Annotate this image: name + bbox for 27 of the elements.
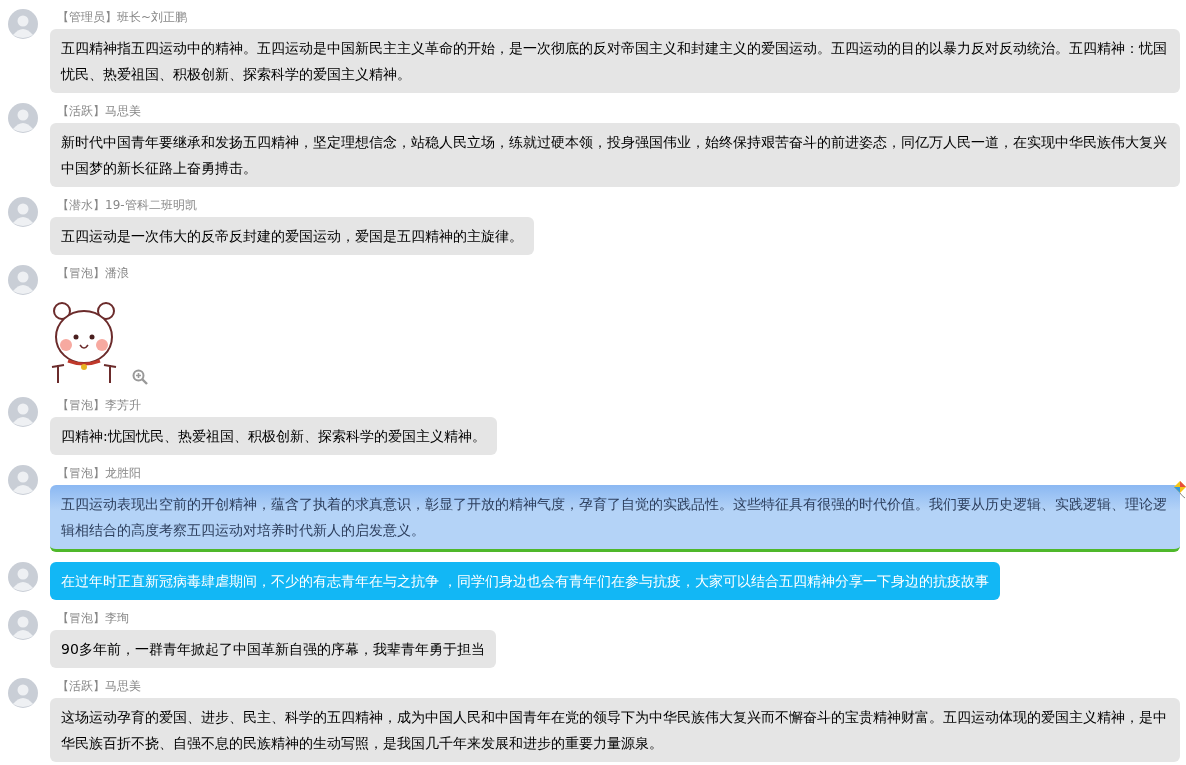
sender-name[interactable]: 【冒泡】龙胜阳: [50, 465, 1180, 481]
sender-name[interactable]: 【潜水】19-管科二班明凯: [50, 197, 534, 213]
sender-name[interactable]: 【冒泡】潘浪: [50, 265, 150, 281]
avatar-icon[interactable]: [8, 103, 38, 133]
avatar-icon[interactable]: [8, 562, 38, 592]
avatar-icon[interactable]: [8, 610, 38, 640]
sender-name[interactable]: 【活跃】马思美: [50, 678, 1180, 694]
message-bubble: 这场运动孕育的爱国、进步、民主、科学的五四精神，成为中国人民和中国青年在党的领导下为中华民族伟大复兴而不懈奋斗的宝贵精神财富。五四运动体现的爱国主义精神，是中华民族百折不挠、自强不息的民族精神的生动写照，是我国几千年来发展和进步的重要力量源泉。: [50, 698, 1180, 762]
sender-name[interactable]: 【活跃】马思美: [50, 103, 1180, 119]
avatar-icon[interactable]: [8, 9, 38, 39]
avatar-icon[interactable]: [8, 265, 38, 295]
message-bubble: 五四运动表现出空前的开创精神，蕴含了执着的求真意识，彰显了开放的精神气度，孕育了自觉的实践品性。这些特征具有很强的时代价值。我们要从历史逻辑、实践逻辑、理论逻辑相结合的高度考察五四运动对培养时代新人的启发意义。: [50, 485, 1180, 552]
message-bubble: 四精神:忧国忧民、热爱祖国、积极创新、探索科学的爱国主义精神。: [50, 417, 497, 455]
sender-name[interactable]: 【管理员】班长~刘正鹏: [50, 9, 1180, 25]
message-bubble: 五四精神指五四运动中的精神。五四运动是中国新民主主义革命的开始，是一次彻底的反对帝国主义和封建主义的爱国运动。五四运动的目的以暴力反对反动统治。五四精神：忧国忧民、热爱祖国、积极创新、探索科学的爱国主义精神。: [50, 29, 1180, 93]
message-bubble: 在过年时正直新冠病毒肆虐期间，不少的有志青年在与之抗争 ，同学们身边也会有青年们在参与抗疫，大家可以结合五四精神分享一下身边的抗疫故事: [50, 562, 1001, 600]
kite-icon: [1173, 481, 1186, 499]
avatar-icon[interactable]: [8, 197, 38, 227]
avatar-icon[interactable]: [8, 465, 38, 495]
sender-name[interactable]: 【冒泡】李珣: [50, 610, 496, 626]
message-bubble: 五四运动是一次伟大的反帝反封建的爱国运动，爱国是五四精神的主旋律。: [50, 217, 534, 255]
message-bubble: 新时代中国青年要继承和发扬五四精神，坚定理想信念，站稳人民立场，练就过硬本领，投身强国伟业，始终保持艰苦奋斗的前进姿态，同亿万人民一道，在实现中华民族伟大复兴中国梦的新长征路上奋勇搏击。: [50, 123, 1180, 187]
zoom-in-icon[interactable]: [132, 369, 148, 385]
avatar-icon[interactable]: [8, 397, 38, 427]
sender-name[interactable]: 【冒泡】李芳升: [50, 397, 497, 413]
avatar-icon[interactable]: [8, 678, 38, 708]
message-bubble: 90多年前，一群青年掀起了中国革新自强的序幕，我辈青年勇于担当: [50, 630, 496, 668]
